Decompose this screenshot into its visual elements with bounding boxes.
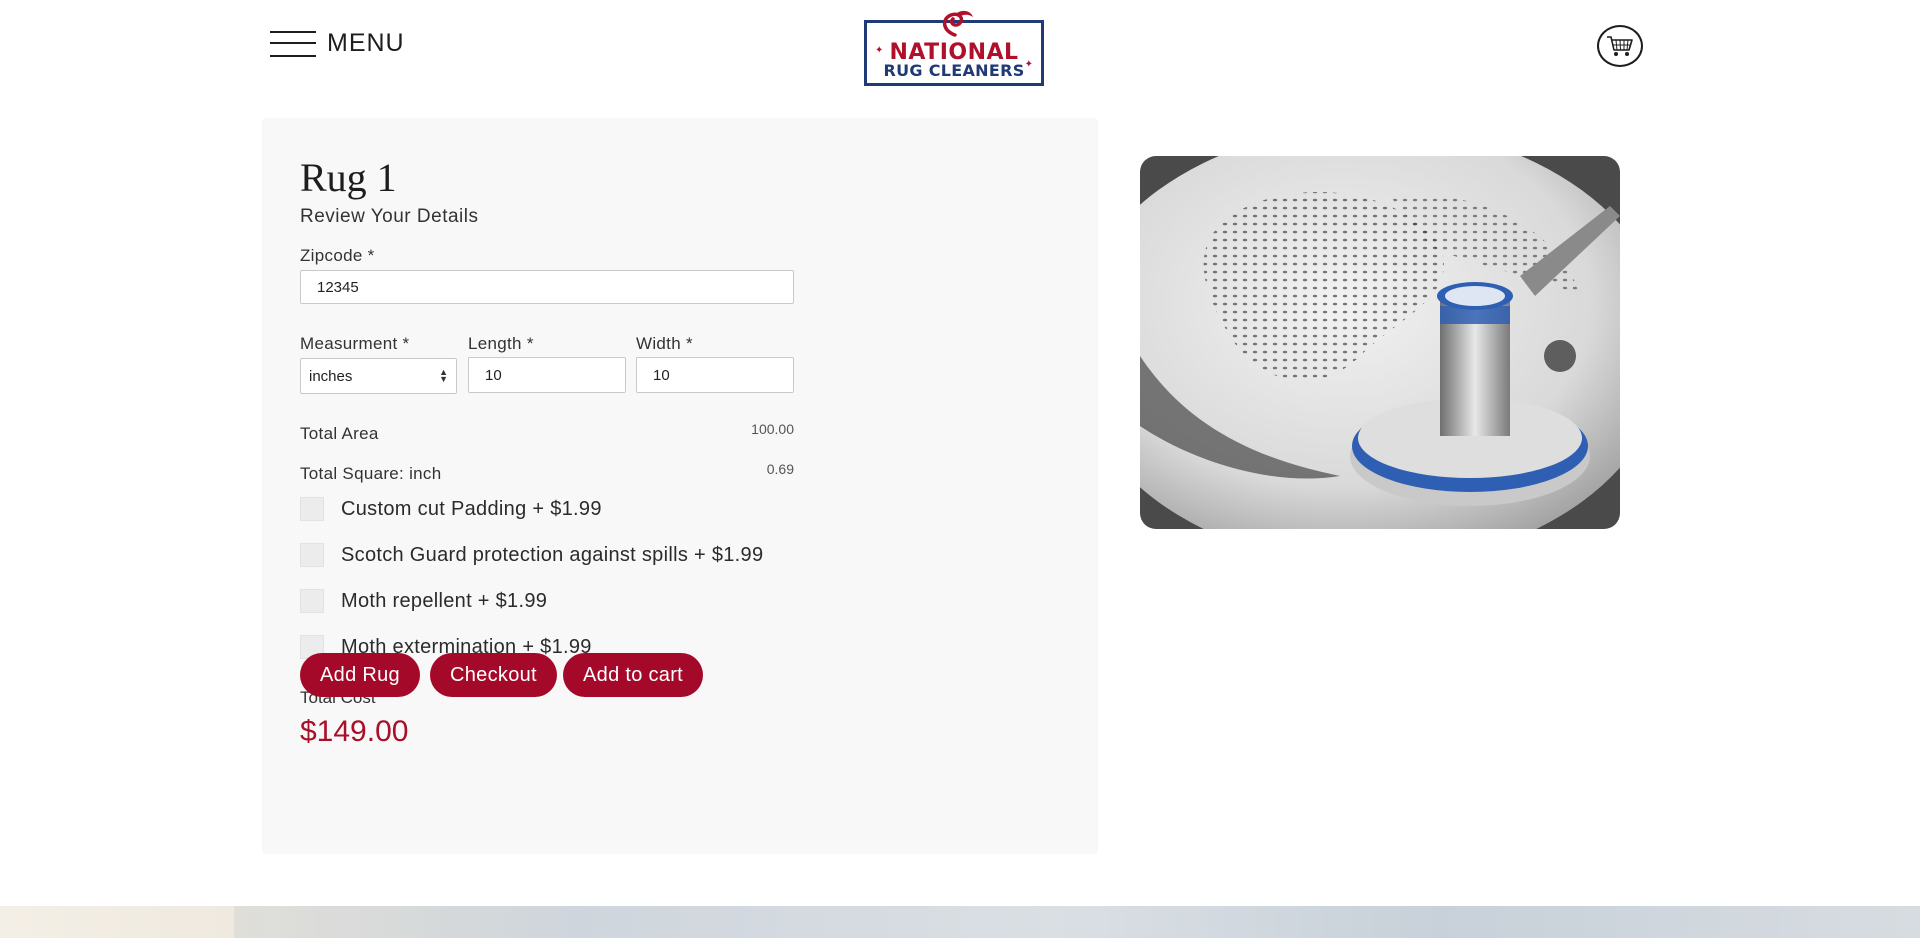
- cart-button[interactable]: [1597, 25, 1643, 67]
- addon-checkbox[interactable]: [300, 543, 324, 567]
- rug-details-card: Rug 1 Review Your Details Zipcode * Meas…: [262, 118, 1098, 854]
- menu-label: MENU: [327, 28, 405, 57]
- addon-label: Custom cut Padding + $1.99: [341, 497, 602, 520]
- hamburger-icon: [270, 28, 316, 58]
- rug-cleaning-image: [1140, 156, 1620, 529]
- measurement-value: inches: [309, 367, 353, 385]
- footer-image-shade: [234, 906, 1920, 938]
- logo-text-line2: RUG CLEANERS: [883, 61, 1025, 80]
- footer-image-strip: [0, 906, 1920, 938]
- site-logo[interactable]: ✦ ✦ NATIONAL RUG CLEANERS: [864, 10, 1044, 86]
- cart-icon: [1607, 36, 1633, 56]
- review-subtitle: Review Your Details: [300, 206, 479, 227]
- checkout-button[interactable]: Checkout: [430, 653, 557, 697]
- zipcode-input[interactable]: [300, 270, 794, 304]
- total-square-value: 0.69: [766, 461, 794, 477]
- menu-button[interactable]: MENU: [270, 28, 405, 58]
- width-input[interactable]: [636, 357, 794, 393]
- logo-swirl-icon: [942, 10, 973, 37]
- addon-label: Scotch Guard protection against spills +…: [341, 543, 764, 566]
- zipcode-label: Zipcode *: [300, 246, 375, 265]
- width-label: Width *: [636, 334, 693, 353]
- measurement-label: Measurment *: [300, 334, 410, 353]
- total-cost-value: $149.00: [300, 715, 409, 748]
- select-arrows-icon: ▲ ▼: [439, 367, 448, 384]
- addon-checkbox[interactable]: [300, 589, 324, 613]
- total-area-value: 100.00: [751, 421, 794, 437]
- addon-custom-padding[interactable]: Custom cut Padding + $1.99: [300, 497, 602, 521]
- addon-scotch-guard[interactable]: Scotch Guard protection against spills +…: [300, 543, 763, 567]
- rug-cleaning-photo: [1140, 156, 1620, 529]
- site-header: MENU ✦ ✦ NATIONAL RUG CLEANERS: [0, 0, 1920, 100]
- addon-checkbox[interactable]: [300, 497, 324, 521]
- length-label: Length *: [468, 334, 534, 353]
- rug-title: Rug 1: [300, 155, 397, 200]
- add-rug-button[interactable]: Add Rug: [300, 653, 420, 697]
- length-input[interactable]: [468, 357, 626, 393]
- add-to-cart-button[interactable]: Add to cart: [563, 653, 704, 697]
- total-area-label: Total Area: [300, 424, 379, 443]
- addon-moth-repellent[interactable]: Moth repellent + $1.99: [300, 589, 547, 613]
- addon-label: Moth repellent + $1.99: [341, 589, 548, 612]
- total-square-label: Total Square: inch: [300, 464, 442, 483]
- measurement-select[interactable]: inches ▲ ▼: [300, 358, 457, 394]
